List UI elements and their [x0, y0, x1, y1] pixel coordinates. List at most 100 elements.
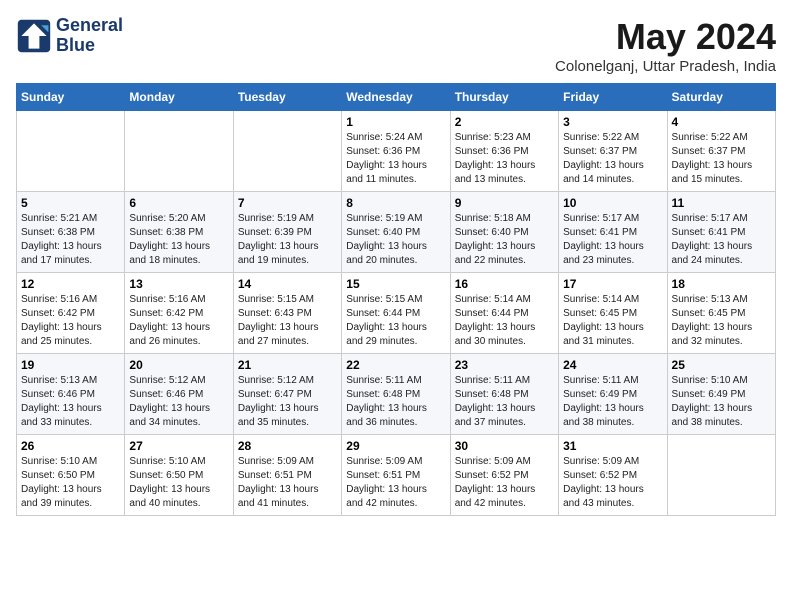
calendar-cell: 12 Sunrise: 5:16 AMSunset: 6:42 PMDayligh… — [17, 273, 125, 354]
day-info: Sunrise: 5:13 AMSunset: 6:46 PMDaylight:… — [21, 374, 120, 430]
calendar-cell: 26 Sunrise: 5:10 AMSunset: 6:50 PMDayligh… — [17, 435, 125, 516]
calendar-cell: 11Sunrise: 5:17 AMSunset: 6:41 PMDayligh… — [667, 192, 775, 273]
day-number: 6 — [129, 196, 228, 210]
logo-line2: Blue — [56, 36, 123, 56]
calendar-cell: 8Sunrise: 5:19 AMSunset: 6:40 PMDaylight… — [342, 192, 450, 273]
day-info: Sunrise: 5:12 AMSunset: 6:46 PMDaylight:… — [129, 374, 228, 430]
month-title: May 2024 — [555, 16, 776, 58]
calendar-cell: 20Sunrise: 5:12 AMSunset: 6:46 PMDayligh… — [125, 354, 233, 435]
calendar-cell: 29 Sunrise: 5:09 AMSunset: 6:51 PMDayligh… — [342, 435, 450, 516]
calendar-cell: 24 Sunrise: 5:11 AMSunset: 6:49 PMDayligh… — [559, 354, 667, 435]
calendar-cell: 3Sunrise: 5:22 AMSunset: 6:37 PMDaylight… — [559, 111, 667, 192]
day-info: Sunrise: 5:19 AMSunset: 6:40 PMDaylight:… — [346, 212, 445, 268]
calendar-cell: 30Sunrise: 5:09 AMSunset: 6:52 PMDayligh… — [450, 435, 558, 516]
day-number: 4 — [672, 115, 771, 129]
calendar-week-5: 26 Sunrise: 5:10 AMSunset: 6:50 PMDayligh… — [17, 435, 776, 516]
day-number: 13 — [129, 277, 228, 291]
calendar-header-monday: Monday — [125, 84, 233, 111]
calendar-header-wednesday: Wednesday — [342, 84, 450, 111]
day-info: Sunrise: 5:11 AMSunset: 6:48 PMDaylight:… — [346, 374, 445, 430]
day-number: 29 — [346, 439, 445, 453]
day-number: 1 — [346, 115, 445, 129]
day-info: Sunrise: 5:10 AMSunset: 6:49 PMDaylight:… — [672, 374, 771, 430]
day-number: 15 — [346, 277, 445, 291]
day-info: Sunrise: 5:09 AMSunset: 6:52 PMDaylight:… — [455, 455, 554, 511]
day-number: 27 — [129, 439, 228, 453]
day-info: Sunrise: 5:18 AMSunset: 6:40 PMDaylight:… — [455, 212, 554, 268]
day-number: 2 — [455, 115, 554, 129]
day-number: 23 — [455, 358, 554, 372]
day-number: 24 — [563, 358, 662, 372]
day-number: 26 — [21, 439, 120, 453]
calendar-header-friday: Friday — [559, 84, 667, 111]
day-info: Sunrise: 5:22 AMSunset: 6:37 PMDaylight:… — [672, 131, 771, 187]
logo-icon — [16, 18, 52, 54]
day-info: Sunrise: 5:10 AMSunset: 6:50 PMDaylight:… — [21, 455, 120, 511]
day-info: Sunrise: 5:17 AMSunset: 6:41 PMDaylight:… — [563, 212, 662, 268]
day-info: Sunrise: 5:21 AMSunset: 6:38 PMDaylight:… — [21, 212, 120, 268]
calendar-week-4: 19 Sunrise: 5:13 AMSunset: 6:46 PMDayligh… — [17, 354, 776, 435]
calendar-cell: 17Sunrise: 5:14 AMSunset: 6:45 PMDayligh… — [559, 273, 667, 354]
calendar-week-1: 1 Sunrise: 5:24 AMSunset: 6:36 PMDaylight… — [17, 111, 776, 192]
calendar-cell: 22 Sunrise: 5:11 AMSunset: 6:48 PMDayligh… — [342, 354, 450, 435]
day-number: 19 — [21, 358, 120, 372]
calendar-cell: 21 Sunrise: 5:12 AMSunset: 6:47 PMDayligh… — [233, 354, 341, 435]
day-number: 25 — [672, 358, 771, 372]
calendar-cell: 27 Sunrise: 5:10 AMSunset: 6:50 PMDayligh… — [125, 435, 233, 516]
day-info: Sunrise: 5:14 AMSunset: 6:45 PMDaylight:… — [563, 293, 662, 349]
calendar-cell: 1 Sunrise: 5:24 AMSunset: 6:36 PMDaylight… — [342, 111, 450, 192]
day-info: Sunrise: 5:10 AMSunset: 6:50 PMDaylight:… — [129, 455, 228, 511]
day-number: 28 — [238, 439, 337, 453]
calendar-cell: 5 Sunrise: 5:21 AMSunset: 6:38 PMDaylight… — [17, 192, 125, 273]
calendar-header-row: SundayMondayTuesdayWednesdayThursdayFrid… — [17, 84, 776, 111]
calendar-table: SundayMondayTuesdayWednesdayThursdayFrid… — [16, 83, 776, 516]
day-info: Sunrise: 5:09 AMSunset: 6:51 PMDaylight:… — [346, 455, 445, 511]
calendar-cell: 31 Sunrise: 5:09 AMSunset: 6:52 PMDayligh… — [559, 435, 667, 516]
calendar-header-sunday: Sunday — [17, 84, 125, 111]
day-info: Sunrise: 5:16 AMSunset: 6:42 PMDaylight:… — [129, 293, 228, 349]
calendar-cell — [125, 111, 233, 192]
day-number: 31 — [563, 439, 662, 453]
calendar-cell: 10Sunrise: 5:17 AMSunset: 6:41 PMDayligh… — [559, 192, 667, 273]
day-info: Sunrise: 5:20 AMSunset: 6:38 PMDaylight:… — [129, 212, 228, 268]
calendar-header-thursday: Thursday — [450, 84, 558, 111]
day-info: Sunrise: 5:19 AMSunset: 6:39 PMDaylight:… — [238, 212, 337, 268]
day-number: 18 — [672, 277, 771, 291]
title-block: May 2024 Colonelganj, Uttar Pradesh, Ind… — [555, 16, 776, 75]
day-info: Sunrise: 5:14 AMSunset: 6:44 PMDaylight:… — [455, 293, 554, 349]
calendar-header-tuesday: Tuesday — [233, 84, 341, 111]
day-number: 9 — [455, 196, 554, 210]
day-info: Sunrise: 5:11 AMSunset: 6:49 PMDaylight:… — [563, 374, 662, 430]
day-info: Sunrise: 5:13 AMSunset: 6:45 PMDaylight:… — [672, 293, 771, 349]
calendar-header-saturday: Saturday — [667, 84, 775, 111]
location: Colonelganj, Uttar Pradesh, India — [555, 58, 776, 75]
day-info: Sunrise: 5:12 AMSunset: 6:47 PMDaylight:… — [238, 374, 337, 430]
day-number: 7 — [238, 196, 337, 210]
logo: General Blue — [16, 16, 123, 56]
calendar-cell: 18 Sunrise: 5:13 AMSunset: 6:45 PMDayligh… — [667, 273, 775, 354]
calendar-week-3: 12 Sunrise: 5:16 AMSunset: 6:42 PMDayligh… — [17, 273, 776, 354]
calendar-cell: 23Sunrise: 5:11 AMSunset: 6:48 PMDayligh… — [450, 354, 558, 435]
calendar-cell — [667, 435, 775, 516]
day-info: Sunrise: 5:24 AMSunset: 6:36 PMDaylight:… — [346, 131, 445, 187]
day-number: 14 — [238, 277, 337, 291]
logo-line1: General — [56, 16, 123, 36]
page-header: General Blue May 2024 Colonelganj, Uttar… — [16, 16, 776, 75]
calendar-cell: 13 Sunrise: 5:16 AMSunset: 6:42 PMDayligh… — [125, 273, 233, 354]
day-number: 11 — [672, 196, 771, 210]
day-info: Sunrise: 5:16 AMSunset: 6:42 PMDaylight:… — [21, 293, 120, 349]
calendar-cell — [17, 111, 125, 192]
calendar-cell: 25 Sunrise: 5:10 AMSunset: 6:49 PMDayligh… — [667, 354, 775, 435]
day-number: 5 — [21, 196, 120, 210]
day-number: 21 — [238, 358, 337, 372]
calendar-cell: 28 Sunrise: 5:09 AMSunset: 6:51 PMDayligh… — [233, 435, 341, 516]
day-info: Sunrise: 5:09 AMSunset: 6:51 PMDaylight:… — [238, 455, 337, 511]
logo-text: General Blue — [56, 16, 123, 56]
calendar-cell: 7 Sunrise: 5:19 AMSunset: 6:39 PMDaylight… — [233, 192, 341, 273]
day-number: 12 — [21, 277, 120, 291]
day-info: Sunrise: 5:23 AMSunset: 6:36 PMDaylight:… — [455, 131, 554, 187]
calendar-cell: 15Sunrise: 5:15 AMSunset: 6:44 PMDayligh… — [342, 273, 450, 354]
day-info: Sunrise: 5:09 AMSunset: 6:52 PMDaylight:… — [563, 455, 662, 511]
day-number: 22 — [346, 358, 445, 372]
calendar-week-2: 5 Sunrise: 5:21 AMSunset: 6:38 PMDaylight… — [17, 192, 776, 273]
